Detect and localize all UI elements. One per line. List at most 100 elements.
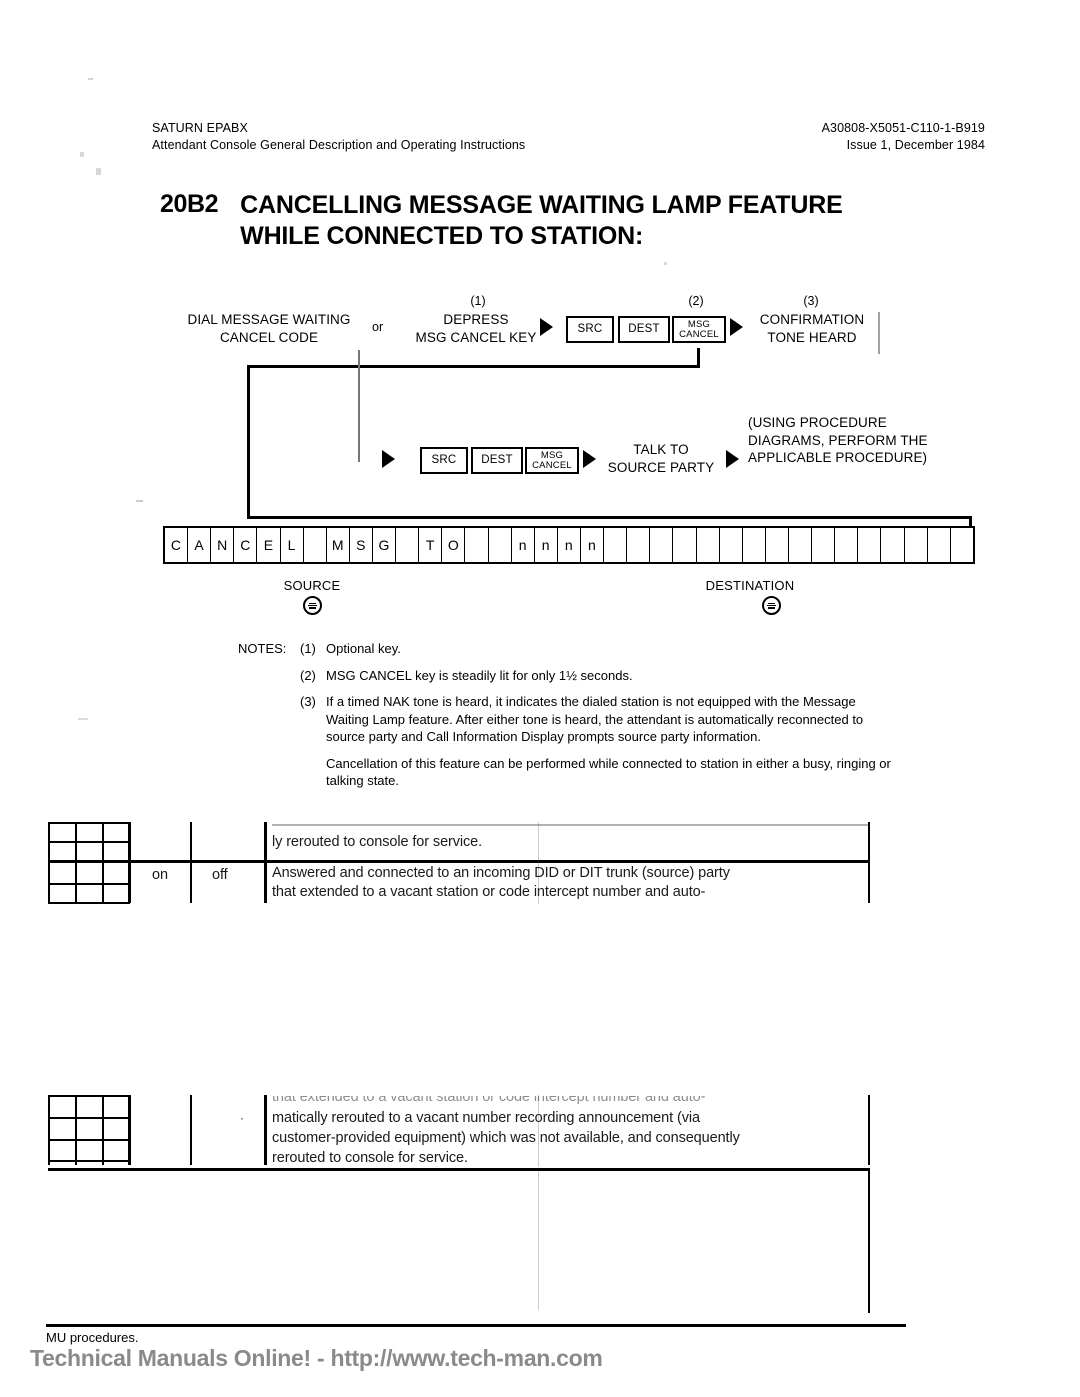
display-cell [881,528,905,562]
display-cell [304,528,327,562]
flow-note-marker-2: (2) [688,294,704,308]
display-cell: C [234,528,258,562]
key-dest-row2-label: DEST [481,454,513,467]
ghost-text-clipped: that extended to a vacant station or cod… [272,1096,706,1105]
display-cell: L [281,528,304,562]
header-product-name: SATURN EPABX [152,121,248,135]
display-cell [396,528,420,562]
key-src-row2[interactable]: SRC [420,447,468,474]
ghost-column-divider [264,822,267,903]
flow-arrow-icon-2 [730,318,743,336]
ghost-text-clipped-clip: that extended to a vacant station or cod… [272,1096,872,1108]
ghost-grid-line [48,1160,130,1162]
display-cell: O [442,528,466,562]
display-cell: N [211,528,235,562]
display-cell: M [327,528,350,562]
flow-step-depress-line2: MSG CANCEL KEY [415,329,537,345]
ghost-text-lower-line1: matically rerouted to a vacant number re… [272,1110,700,1126]
ghost-text-row-line2: that extended to a vacant station or cod… [272,885,706,900]
flow-step-dial-cancel-code: DIAL MESSAGE WAITING CANCEL CODE [178,311,360,346]
key-msg-cancel-row1[interactable]: MSG CANCEL [672,316,726,343]
note-text-1: Optional key. [326,641,401,656]
ghost-column-divider [264,1095,267,1165]
ghost-text-lower-line3: rerouted to console for service. [272,1150,468,1166]
ghost-grid-line [128,822,131,903]
key-src-row2-label: SRC [431,454,457,467]
note-number-1: (1) [300,641,316,656]
display-cell [789,528,813,562]
key-src-row1-label: SRC [577,323,603,336]
destination-indicator-icon [762,596,781,615]
note-item: NOTES: (1) Optional key. [238,640,898,658]
header-left: SATURN EPABX Attendant Console General D… [152,120,525,154]
key-dest-row1[interactable]: DEST [618,316,670,343]
call-information-display: CANCELMSGTOnnnn [163,526,975,564]
display-cell: C [165,528,189,562]
ghost-grid-line [48,1139,130,1141]
key-msg-cancel-row1-label-bottom: CANCEL [679,328,719,340]
display-cell [812,528,836,562]
ghost-column-divider [190,822,192,903]
title-text: CANCELLING MESSAGE WAITING LAMP FEATURE … [240,190,843,252]
scan-speckle [96,168,101,175]
flow-connector-horizontal-bottom [247,516,972,519]
title-line-2: WHILE CONNECTED TO STATION: [240,222,644,250]
title-section-number: 20B2 [160,190,219,218]
key-msg-cancel-row2-label-bottom: CANCEL [532,459,572,471]
ghost-grid-line [48,1095,50,1165]
display-cell: n [558,528,581,562]
display-cell: A [188,528,212,562]
ghost-grid-line [48,860,130,863]
key-msg-cancel-row1-label-top: MSG [687,319,711,330]
header-issue-date: Issue 1, December 1984 [846,138,985,152]
flow-step-talk-line2: SOURCE PARTY [607,459,715,475]
display-cell: E [257,528,281,562]
ghost-scan-artifact [538,822,539,904]
flow-step-using-line3: APPLICABLE PROCEDURE) [748,450,928,465]
ghost-text-row-line2-clip: that extended to a vacant station or cod… [272,885,872,901]
display-cell [835,528,859,562]
note-item: (2) MSG CANCEL key is steadily lit for o… [238,667,898,685]
flow-step-confirmation-line1: CONFIRMATION [759,312,865,327]
header-right: A30808-X5051-C110-1-B919 Issue 1, Decemb… [822,120,985,154]
flow-step-using-line1: (USING PROCEDURE [748,415,887,430]
flow-connector-stub [358,350,360,462]
note-lead-spacer-3 [238,693,300,746]
flow-note-marker-3: (3) [803,294,819,308]
ghost-grid-line [102,822,104,903]
footer-watermark: Technical Manuals Online! - http://www.t… [30,1345,603,1371]
flow-connector-vertical-up [697,348,700,368]
ghost-grid-line [48,841,130,843]
key-dest-row2[interactable]: DEST [471,447,523,474]
flow-step-using-line2: DIAGRAMS, PERFORM THE [748,432,928,448]
key-msg-cancel-row2[interactable]: MSG CANCEL [525,447,579,474]
display-cell [766,528,789,562]
scan-speckle [78,718,88,720]
ghost-cell-on: on [152,867,168,883]
flow-step-depress-msg-cancel-key: DEPRESS MSG CANCEL KEY [396,311,556,346]
note-text-3: If a timed NAK tone is heard, it indicat… [326,694,864,744]
ghost-grid-line [128,1095,131,1165]
display-cell [673,528,697,562]
flow-note-marker-1: (1) [470,294,486,308]
display-cell: G [373,528,397,562]
flow-arrow-icon [540,318,553,336]
display-cell: n [581,528,605,562]
display-cell [858,528,882,562]
key-src-row1[interactable]: SRC [566,316,614,343]
flow-step-confirmation-line2: TONE HEARD [767,329,857,345]
flow-step-dial-cancel-code-line2: CANCEL CODE [219,329,319,345]
ghost-grid-line [48,1117,130,1119]
ghost-clipped-text-rule [272,824,868,826]
header-document-number: A30808-X5051-C110-1-B919 [821,121,985,135]
display-cell [465,528,489,562]
ghost-scan-artifact [538,1170,539,1310]
display-cell [627,528,651,562]
note-continuation-text: Cancellation of this feature can be perf… [326,755,891,789]
display-destination-label: DESTINATION [705,578,795,593]
ghost-text-row-line1: Answered and connected to an incoming DI… [272,865,730,881]
note-lead-spacer-2 [238,667,300,685]
ghost-dot-mark: · [240,1111,244,1125]
ghost-row-rule [48,1168,870,1171]
footer-mu-text: MU procedures. [46,1330,139,1345]
